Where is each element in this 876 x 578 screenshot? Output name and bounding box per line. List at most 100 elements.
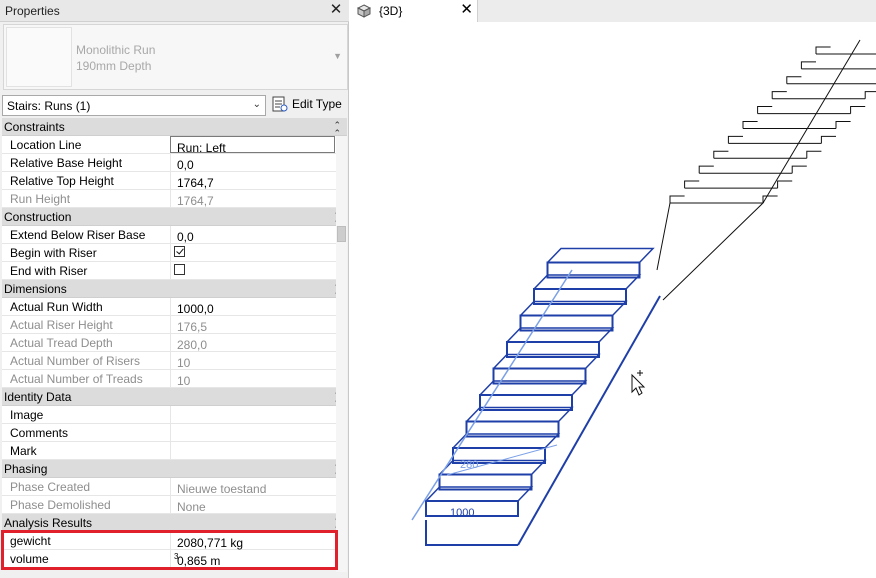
property-value-cell: 280,0	[170, 334, 335, 352]
property-value-cell: Nieuwe toestand	[170, 478, 335, 496]
type-selector[interactable]: Monolithic Run 190mm Depth ▼	[3, 24, 348, 90]
property-row: gewicht 2080,771 kg	[2, 532, 347, 550]
property-label: Location Line	[10, 138, 82, 152]
edit-type-button[interactable]: Edit Type	[270, 94, 346, 116]
property-label: Relative Base Height	[10, 156, 123, 170]
property-value-cell[interactable]: 0,0	[170, 226, 335, 244]
property-grid: Constraints ⌃ ⌃ Location Line Run: Left Relat…	[2, 118, 347, 568]
property-value: 0,865 m3	[174, 552, 221, 568]
property-value-cell[interactable]	[170, 406, 335, 423]
property-row: volume 0,865 m3	[2, 550, 347, 568]
group-title: Analysis Results	[4, 516, 93, 530]
properties-title: Properties	[5, 4, 60, 18]
crosshair-icon	[637, 370, 643, 376]
type-name: 190mm Depth	[76, 59, 152, 73]
collapse-icon[interactable]: ⌃⌃	[333, 121, 341, 138]
group-title: Phasing	[4, 462, 48, 476]
upper-flight-step	[771, 91, 876, 100]
instance-filter-dropdown[interactable]: Stairs: Runs (1) ⌄	[2, 95, 266, 116]
upper-flight-step	[727, 135, 836, 144]
property-value-cell	[170, 244, 335, 261]
property-row: Actual Riser Height 176,5	[2, 316, 347, 334]
width-dimension-label: 1000	[450, 507, 474, 519]
property-label: Relative Top Height	[10, 174, 114, 188]
upper-flight-step	[684, 180, 793, 189]
group-header[interactable]: Phasing⌃⌃	[2, 460, 347, 480]
upper-flight-step	[713, 150, 822, 159]
close-icon[interactable]: ✕	[327, 1, 345, 19]
3d-view-icon	[357, 4, 371, 18]
property-row: Location Line Run: Left	[2, 136, 347, 155]
property-checkbox[interactable]	[174, 246, 185, 257]
property-label: Actual Run Width	[10, 300, 103, 314]
type-preview-image	[6, 27, 72, 87]
property-label: Mark	[10, 444, 37, 458]
scrollbar-thumb[interactable]	[337, 226, 346, 242]
edit-type-icon	[272, 96, 288, 112]
landing-edge	[656, 202, 765, 301]
dropdown-arrow-icon[interactable]: ▼	[333, 51, 342, 61]
upper-flight-step	[786, 76, 876, 85]
property-value-cell[interactable]: 0,865 m3	[170, 550, 335, 568]
properties-panel: Properties ✕ Monolithic Run 190mm Depth …	[0, 0, 349, 578]
properties-title-bar: Properties ✕	[0, 0, 349, 22]
property-label: Phase Demolished	[10, 498, 111, 512]
upper-flight-step	[669, 195, 778, 204]
group-title: Dimensions	[4, 282, 67, 296]
group-header[interactable]: Construction⌃⌃	[2, 208, 347, 228]
property-value-cell[interactable]: 1764,7	[170, 172, 335, 190]
property-row: Relative Base Height 0,0	[2, 154, 347, 172]
property-value-cell[interactable]: 2080,771 kg	[170, 532, 335, 550]
property-checkbox[interactable]	[174, 264, 185, 275]
close-icon[interactable]: ✕	[460, 1, 473, 19]
property-row: Begin with Riser	[2, 244, 347, 262]
type-family-name: Monolithic Run	[76, 43, 156, 57]
upper-flight-step	[757, 106, 866, 115]
property-label: Extend Below Riser Base	[10, 228, 146, 242]
property-row: Actual Number of Risers 10	[2, 352, 347, 370]
upper-flight-step	[800, 61, 876, 70]
property-value-cell[interactable]: 0,0	[170, 154, 335, 172]
property-value-cell[interactable]: 1000,0	[170, 298, 335, 316]
group-header[interactable]: Constraints ⌃ ⌃	[2, 118, 347, 138]
property-label: Comments	[10, 426, 69, 440]
tab-3d-view[interactable]: {3D} ✕	[352, 0, 478, 22]
property-label: volume	[10, 552, 49, 566]
property-value-cell: 10	[170, 370, 335, 388]
property-row: End with Riser	[2, 262, 347, 280]
property-row: Extend Below Riser Base 0,0	[2, 226, 347, 244]
edit-type-label: Edit Type	[292, 97, 342, 111]
group-header[interactable]: Identity Data⌃⌃	[2, 388, 347, 408]
property-label: Actual Tread Depth	[10, 336, 113, 350]
property-value-cell[interactable]	[170, 442, 335, 459]
group-header[interactable]: Dimensions⌃⌃	[2, 280, 347, 300]
tread-dimension-label: 280	[460, 459, 478, 471]
property-label: gewicht	[10, 534, 51, 548]
property-value-cell: 1764,7	[170, 190, 335, 208]
property-row: Relative Top Height 1764,7	[2, 172, 347, 190]
upper-flight-step	[742, 120, 851, 129]
property-row: Actual Number of Treads 10	[2, 370, 347, 388]
property-row: Comments	[2, 424, 347, 442]
property-grid-scrollbar[interactable]	[336, 136, 347, 572]
property-label: End with Riser	[10, 264, 88, 278]
3d-view-pane[interactable]: 1000 280 {3D} ✕	[352, 0, 876, 578]
property-label: Actual Number of Risers	[10, 354, 141, 368]
group-title: Construction	[4, 210, 72, 224]
property-label: Run Height	[10, 192, 71, 206]
selected-base-edge	[425, 520, 518, 546]
property-row: Image	[2, 406, 347, 424]
property-value-cell[interactable]: Run: Left	[170, 136, 335, 155]
property-label: Image	[10, 408, 44, 422]
chevron-down-icon[interactable]: ⌄	[253, 99, 261, 110]
property-value-cell: 176,5	[170, 316, 335, 334]
group-title: Constraints	[4, 120, 65, 134]
group-header[interactable]: Analysis Results⌃⌃	[2, 514, 347, 534]
property-row: Mark	[2, 442, 347, 460]
property-row: Run Height 1764,7	[2, 190, 347, 208]
stair-3d-canvas[interactable]: 1000 280	[352, 0, 876, 578]
view-tab-bar: {3D} ✕	[352, 0, 876, 22]
property-value-cell[interactable]	[170, 424, 335, 441]
property-value-cell: 10	[170, 352, 335, 370]
property-value-cell: None	[170, 496, 335, 514]
